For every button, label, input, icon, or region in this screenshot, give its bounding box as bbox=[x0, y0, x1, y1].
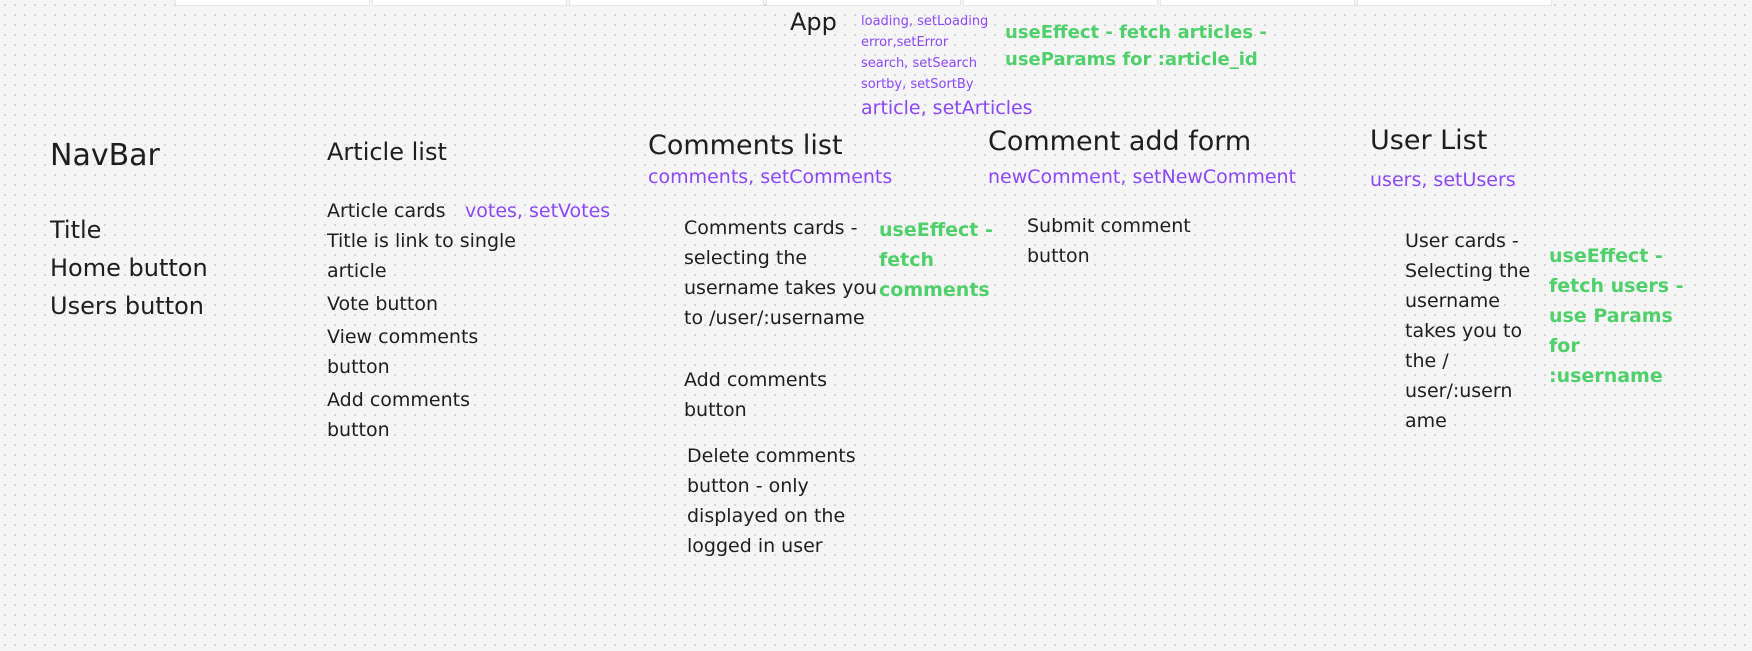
top-frame-strip bbox=[1357, 0, 1552, 6]
article-title-link-item[interactable]: Title is link to single article bbox=[327, 226, 516, 286]
users-state[interactable]: users, setUsers bbox=[1370, 169, 1516, 191]
article-vote-button-item[interactable]: Vote button bbox=[327, 289, 516, 319]
article-votes-state[interactable]: votes, setVotes bbox=[465, 200, 610, 222]
app-effect-note[interactable]: useEffect - fetch articles - useParams f… bbox=[1005, 19, 1267, 73]
app-state-list[interactable]: loading, setLoading error,setError searc… bbox=[861, 11, 988, 95]
top-frame-strip bbox=[1160, 0, 1355, 6]
top-frame-strip bbox=[372, 0, 567, 6]
article-list-title[interactable]: Article list bbox=[327, 138, 447, 166]
top-frame-strip bbox=[963, 0, 1158, 6]
comment-cards-note[interactable]: Comments cards - selecting the username … bbox=[684, 213, 877, 333]
article-list-items: Title is link to single article Vote but… bbox=[327, 226, 516, 445]
navbar-item-users-button[interactable]: Users button bbox=[50, 287, 208, 325]
navbar-title[interactable]: NavBar bbox=[50, 138, 160, 173]
comment-form-state[interactable]: newComment, setNewComment bbox=[988, 166, 1296, 188]
navbar-item-home-button[interactable]: Home button bbox=[50, 249, 208, 287]
delete-comments-button-note[interactable]: Delete comments button - only displayed … bbox=[687, 441, 856, 561]
app-state-item: search, setSearch bbox=[861, 56, 977, 71]
users-effect-note[interactable]: useEffect - fetch users - use Params for… bbox=[1549, 241, 1684, 391]
navbar-items: Title Home button Users button bbox=[50, 211, 208, 325]
submit-comment-button-note[interactable]: Submit comment button bbox=[1027, 211, 1191, 271]
comments-state[interactable]: comments, setComments bbox=[648, 166, 892, 188]
user-list-title[interactable]: User List bbox=[1370, 125, 1487, 156]
top-frame-strip bbox=[569, 0, 764, 6]
article-view-comments-item[interactable]: View comments button bbox=[327, 322, 516, 382]
app-state-item: loading, setLoading bbox=[861, 14, 989, 29]
article-add-comments-item[interactable]: Add comments button bbox=[327, 385, 516, 445]
app-state-item: error,setError bbox=[861, 35, 949, 50]
top-frame-strip bbox=[175, 0, 370, 6]
article-cards-label[interactable]: Article cards bbox=[327, 196, 446, 226]
add-comments-button-note[interactable]: Add comments button bbox=[684, 365, 827, 425]
comments-effect-note[interactable]: useEffect - fetch comments bbox=[879, 215, 993, 305]
app-state-item: sortby, setSortBy bbox=[861, 77, 974, 92]
top-frame-strip bbox=[766, 0, 961, 6]
navbar-item-title[interactable]: Title bbox=[50, 211, 208, 249]
user-cards-note[interactable]: User cards - Selecting the username take… bbox=[1405, 226, 1530, 436]
comments-list-title[interactable]: Comments list bbox=[648, 130, 843, 161]
app-article-state[interactable]: article, setArticles bbox=[861, 97, 1033, 119]
comment-form-title[interactable]: Comment add form bbox=[988, 126, 1251, 157]
app-title[interactable]: App bbox=[790, 8, 837, 36]
